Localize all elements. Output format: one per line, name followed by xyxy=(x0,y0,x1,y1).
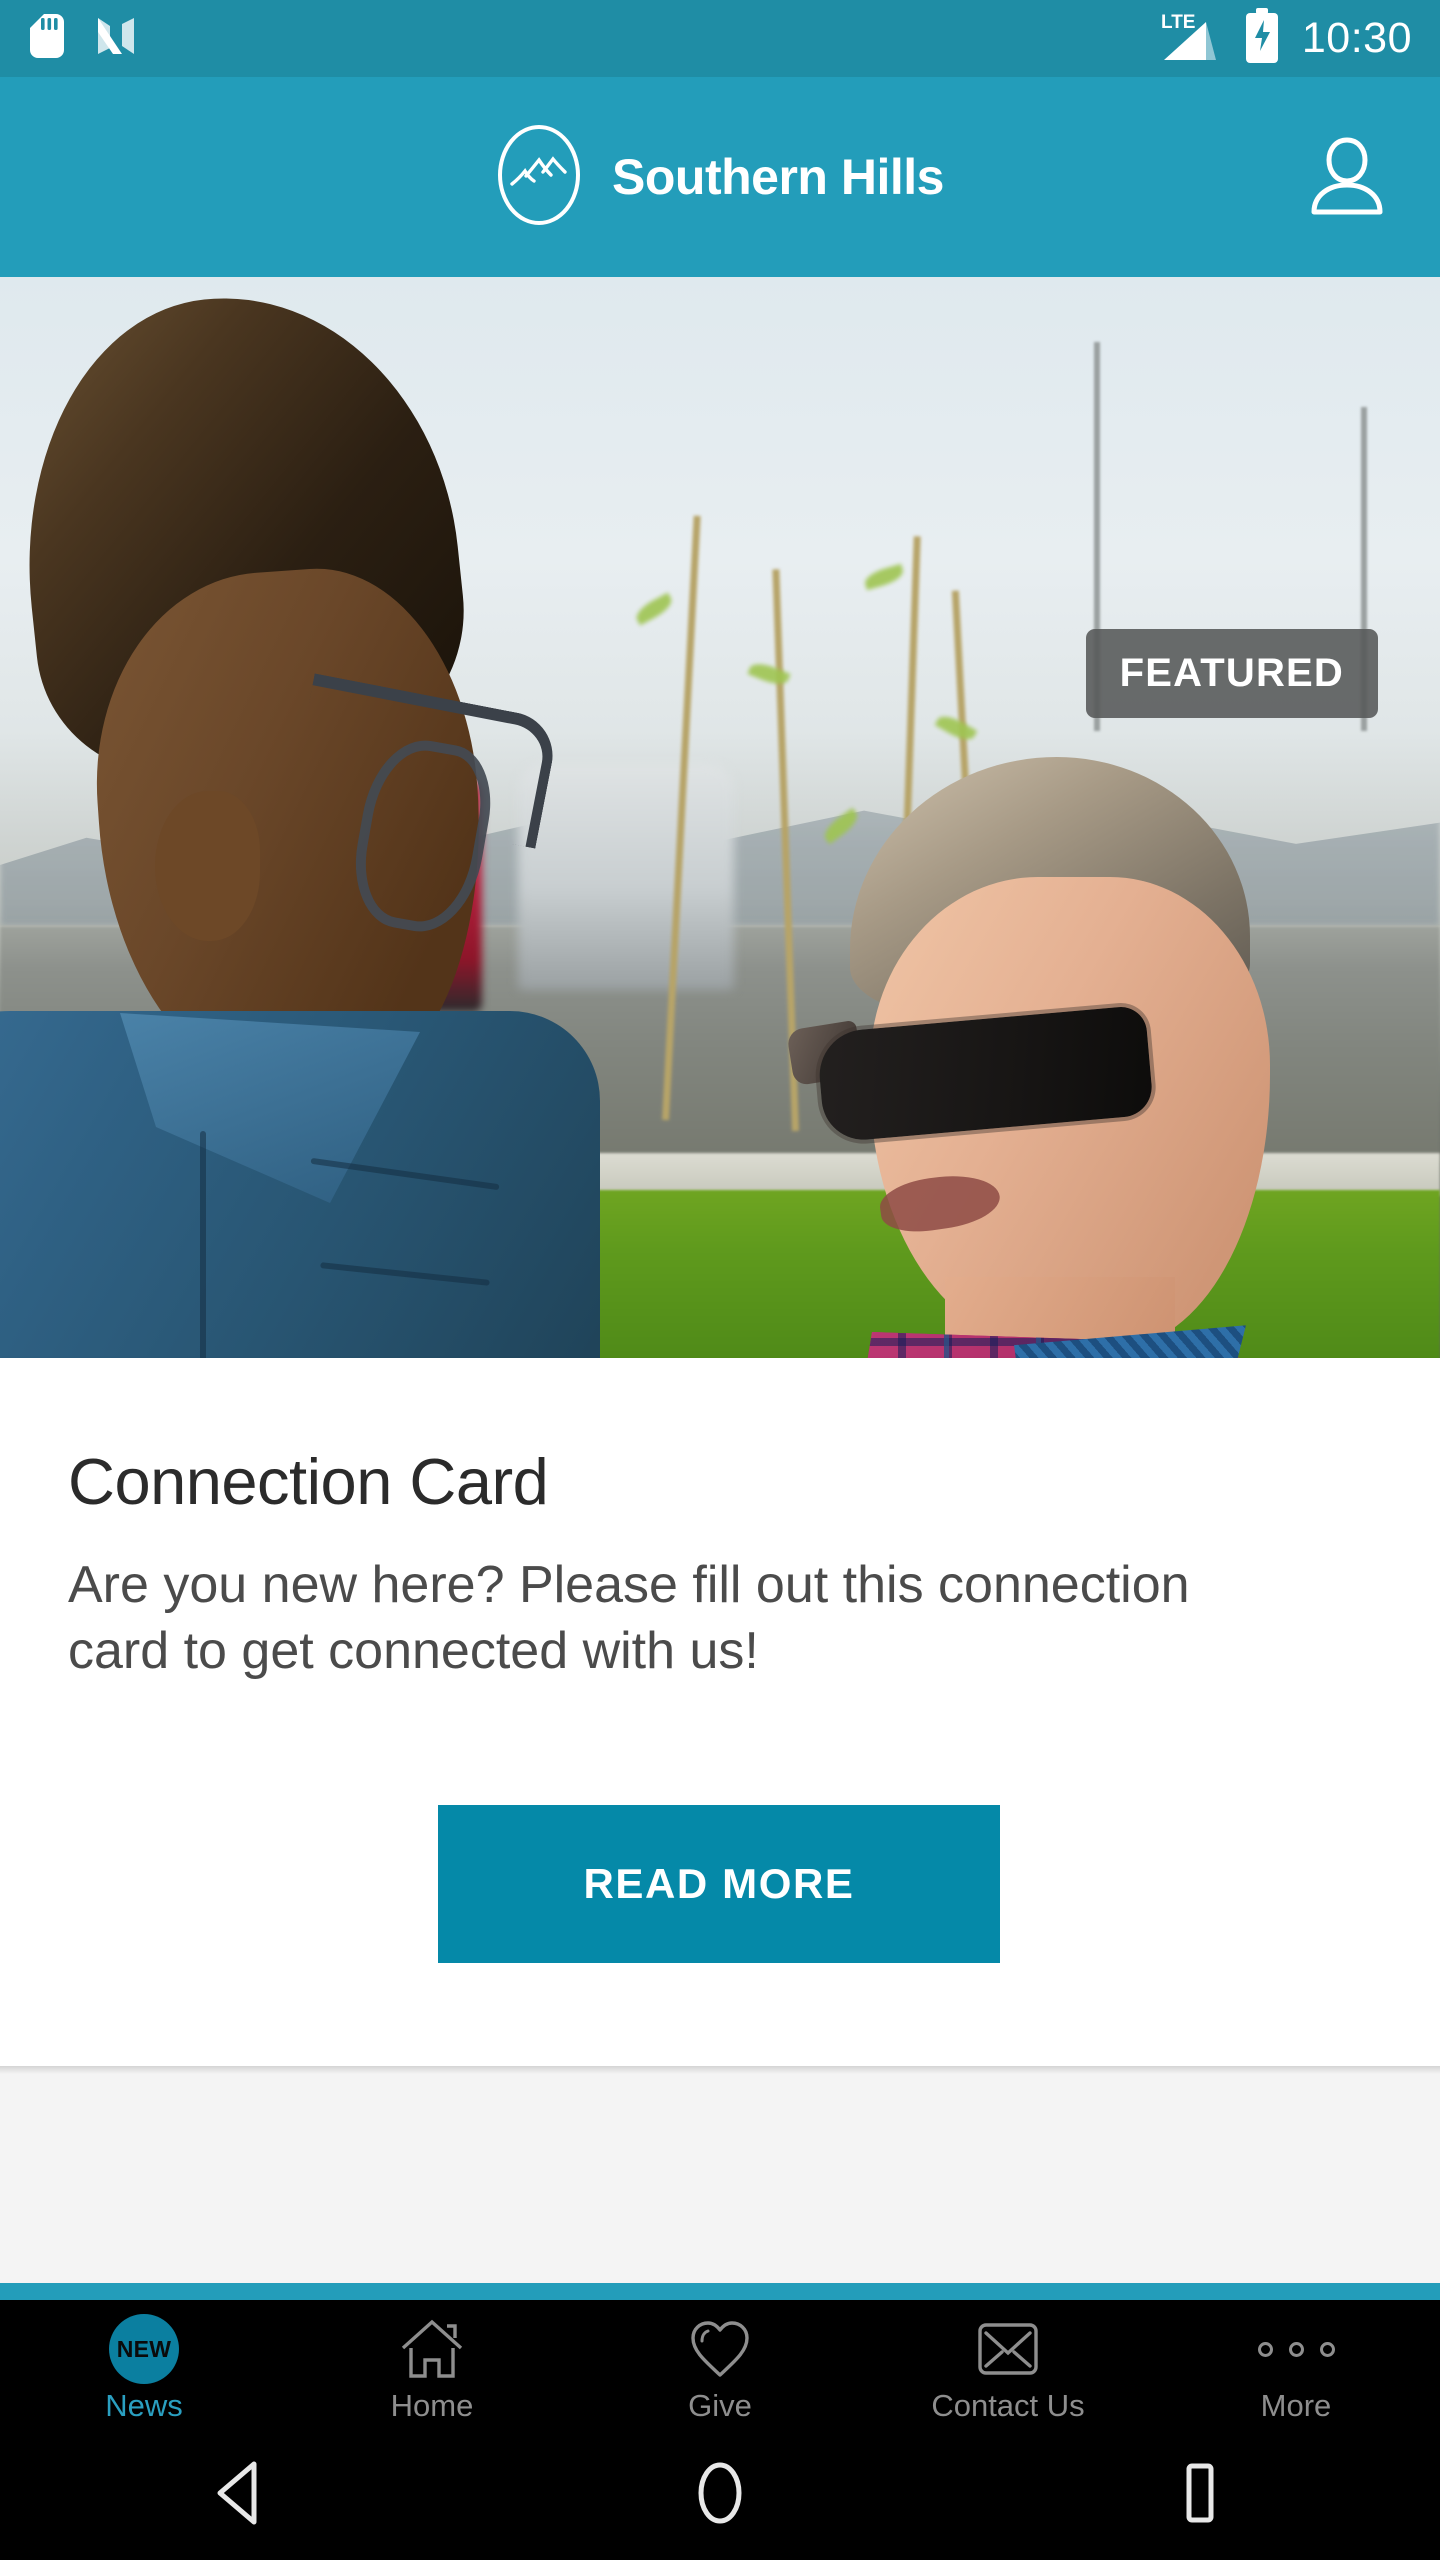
tab-news[interactable]: NEW News xyxy=(0,2300,288,2430)
envelope-outline-icon xyxy=(976,2318,1040,2380)
home-circle-icon xyxy=(690,2460,750,2531)
house-outline-icon xyxy=(399,2318,465,2380)
tab-home-label: Home xyxy=(390,2388,474,2423)
tab-give[interactable]: Give xyxy=(576,2300,864,2430)
tab-more[interactable]: More xyxy=(1152,2300,1440,2430)
battery-charging-icon xyxy=(1244,8,1280,69)
tab-news-label: News xyxy=(105,2388,183,2423)
recents-square-icon xyxy=(1170,2460,1230,2531)
app-bar: Southern Hills xyxy=(0,77,1440,277)
back-triangle-icon xyxy=(210,2460,270,2531)
heart-outline-icon xyxy=(689,2318,751,2380)
svg-text:LTE: LTE xyxy=(1161,12,1195,33)
tab-more-label: More xyxy=(1260,2388,1332,2423)
read-more-button[interactable]: READ MORE xyxy=(438,1805,1000,1963)
content-card: Connection Card Are you new here? Please… xyxy=(0,1358,1440,2066)
android-recents-button[interactable] xyxy=(1135,2430,1265,2560)
tab-contact-us[interactable]: Contact Us xyxy=(864,2300,1152,2430)
featured-badge: FEATURED xyxy=(1085,629,1378,718)
brand: Southern Hills xyxy=(496,122,944,233)
phone-screen: LTE 10:30 Southern Hills FEATURED Connec… xyxy=(0,0,1440,2560)
android-back-button[interactable] xyxy=(175,2430,305,2560)
new-badge-icon: NEW xyxy=(109,2314,179,2384)
southern-hills-mountain-logo xyxy=(496,122,582,233)
person-outline-icon xyxy=(1308,132,1386,223)
android-home-button[interactable] xyxy=(655,2430,785,2560)
photo-jacket-seam xyxy=(200,1131,206,1358)
featured-photo[interactable]: FEATURED xyxy=(0,277,1440,1358)
card-title: Connection Card xyxy=(68,1445,549,1518)
status-bar-clock: 10:30 xyxy=(1301,14,1412,62)
profile-button[interactable] xyxy=(1292,122,1402,232)
app-title: Southern Hills xyxy=(612,149,944,205)
status-bar-right-icons: LTE 10:30 xyxy=(1160,8,1412,69)
tabbar-top-divider xyxy=(0,2283,1440,2300)
status-bar-left-icons xyxy=(30,14,138,63)
android-nav-bar xyxy=(0,2430,1440,2560)
signal-bars-icon: LTE xyxy=(1160,8,1222,69)
new-badge-text: NEW xyxy=(109,2314,179,2384)
three-dots-icon xyxy=(1257,2318,1335,2380)
tab-contact-us-label: Contact Us xyxy=(931,2388,1085,2423)
nfc-n-icon xyxy=(94,14,138,63)
status-bar: LTE 10:30 xyxy=(0,0,1440,77)
photo-person-right xyxy=(760,757,1440,1358)
tab-give-label: Give xyxy=(688,2388,752,2423)
bottom-tab-bar: NEW News Home Give Contact Us More xyxy=(0,2300,1440,2430)
three-dots-group xyxy=(1257,2341,1335,2357)
photo-person-left xyxy=(0,277,600,1358)
photo-person-left-ear xyxy=(155,791,260,941)
content-background-gap xyxy=(0,2066,1440,2283)
tab-home[interactable]: Home xyxy=(288,2300,576,2430)
card-body-text: Are you new here? Please fill out this c… xyxy=(68,1556,1190,1680)
sd-card-icon xyxy=(30,14,64,63)
